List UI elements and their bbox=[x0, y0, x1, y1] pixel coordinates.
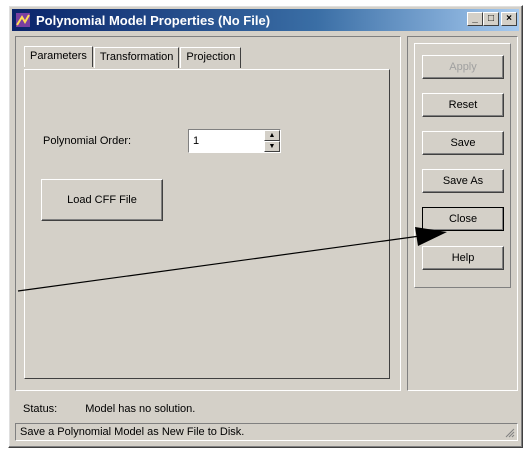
resize-grip-icon[interactable] bbox=[505, 428, 515, 438]
window-title: Polynomial Model Properties (No File) bbox=[36, 12, 271, 28]
help-button[interactable]: Help bbox=[422, 246, 504, 270]
status-row: Status: Model has no solution. bbox=[23, 403, 195, 415]
reset-button[interactable]: Reset bbox=[422, 93, 504, 117]
status-label: Status: bbox=[23, 403, 58, 415]
status-bar: Save a Polynomial Model as New File to D… bbox=[15, 423, 518, 441]
spin-up-icon[interactable]: ▲ bbox=[264, 130, 280, 141]
tab-projection[interactable]: Projection bbox=[180, 47, 242, 68]
polynomial-order-stepper[interactable]: ▲ ▼ bbox=[188, 129, 281, 153]
close-icon[interactable]: × bbox=[501, 12, 517, 26]
polynomial-order-label: Polynomial Order: bbox=[43, 135, 132, 147]
parameters-tab-body bbox=[24, 69, 390, 379]
apply-button[interactable]: Apply bbox=[422, 55, 504, 79]
spin-down-icon[interactable]: ▼ bbox=[264, 141, 280, 152]
tab-transformation[interactable]: Transformation bbox=[93, 47, 180, 68]
dialog-window: Polynomial Model Properties (No File) _ … bbox=[8, 5, 523, 448]
minimize-icon[interactable]: _ bbox=[467, 12, 483, 26]
main-panel: Parameters Transformation Projection Pol… bbox=[15, 36, 401, 391]
save-as-button[interactable]: Save As bbox=[422, 169, 504, 193]
close-button[interactable]: Close bbox=[422, 207, 504, 231]
load-cff-file-button[interactable]: Load CFF File bbox=[41, 179, 163, 221]
tab-strip: Parameters Transformation Projection bbox=[24, 46, 242, 68]
maximize-icon[interactable]: □ bbox=[483, 12, 499, 26]
status-bar-text: Save a Polynomial Model as New File to D… bbox=[20, 426, 245, 438]
app-icon bbox=[15, 12, 31, 28]
status-text: Model has no solution. bbox=[85, 403, 196, 415]
side-panel: Apply Reset Save Save As Close Help bbox=[407, 36, 518, 391]
title-bar[interactable]: Polynomial Model Properties (No File) _ … bbox=[12, 9, 519, 31]
save-button[interactable]: Save bbox=[422, 131, 504, 155]
tab-parameters[interactable]: Parameters bbox=[24, 46, 93, 67]
polynomial-order-input[interactable] bbox=[189, 130, 264, 152]
